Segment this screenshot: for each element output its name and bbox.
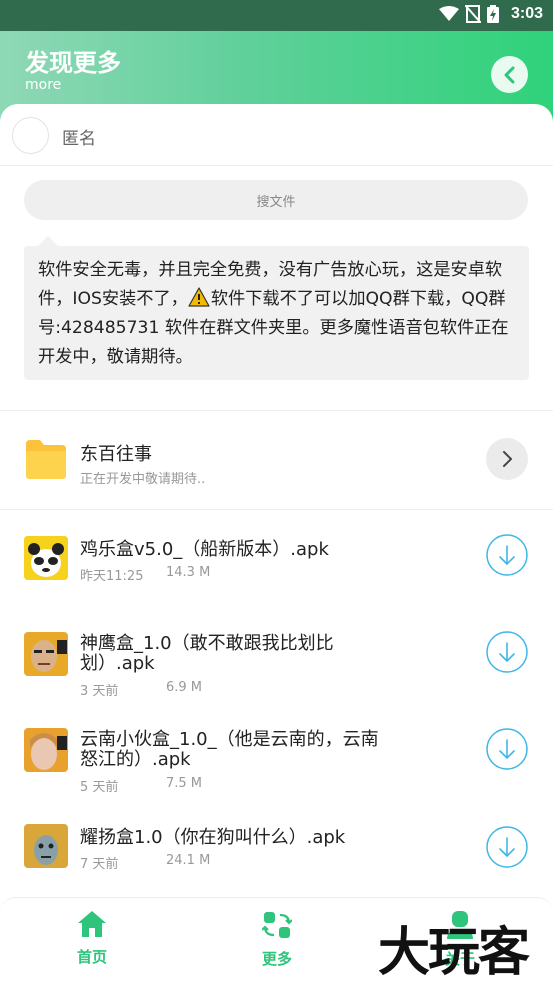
portrait-thumbnail-icon <box>24 728 68 772</box>
file-name: 耀扬盒1.0（你在狗叫什么）.apk <box>80 827 346 848</box>
home-icon <box>78 911 106 937</box>
file-size: 14.3 M <box>166 565 211 580</box>
file-thumbnail <box>24 632 68 676</box>
file-name: 云南小伙盒_1.0_（他是云南的，云南怒江的）.apk <box>80 729 379 770</box>
divider <box>0 410 553 411</box>
avatar[interactable] <box>12 117 49 154</box>
folder-icon <box>26 440 66 479</box>
file-meta: 5 天前 7.5 M <box>80 776 202 795</box>
file-item[interactable]: 耀扬盒1.0（你在狗叫什么）.apk 7 天前 24.1 M <box>0 798 553 894</box>
page-subtitle: more <box>25 77 62 93</box>
file-meta: 昨天11:25 14.3 M <box>80 565 210 584</box>
folder-row[interactable]: 东百往事 正在开发中敬请期待.. <box>0 412 553 510</box>
chevron-right-icon <box>503 451 512 467</box>
wifi-icon <box>438 6 459 21</box>
file-thumbnail <box>24 728 68 772</box>
search-bar[interactable]: 搜文件 <box>24 180 528 220</box>
file-name: 鸡乐盒v5.0_（船新版本）.apk <box>80 539 329 560</box>
tab-home[interactable]: 首页 <box>47 910 137 967</box>
status-time: 3:03 <box>510 5 543 22</box>
download-button[interactable] <box>486 534 528 576</box>
file-time: 7 天前 <box>80 857 119 872</box>
file-thumbnail <box>24 536 68 580</box>
file-name: 神鹰盒_1.0（敢不敢跟我比划比划）.apk <box>80 633 334 674</box>
file-meta: 7 天前 24.1 M <box>80 853 210 872</box>
notice-box: 软件安全无毒，并且完全免费，没有广告放心玩，这是安卓软件，IOS安装不了， 软件下… <box>24 236 529 380</box>
user-row[interactable]: 匿名 <box>0 104 553 166</box>
file-time: 3 天前 <box>80 684 119 699</box>
character-thumbnail-icon <box>24 824 68 868</box>
status-bar: 3:03 <box>0 0 553 31</box>
file-item[interactable]: 云南小伙盒_1.0_（他是云南的，云南怒江的）.apk 5 天前 7.5 M <box>0 702 553 798</box>
download-button[interactable] <box>486 826 528 868</box>
panda-thumbnail-icon <box>24 536 68 580</box>
file-size: 24.1 M <box>166 853 211 868</box>
file-time: 5 天前 <box>80 780 119 795</box>
download-button[interactable] <box>486 728 528 770</box>
no-signal-icon <box>464 5 481 23</box>
search-placeholder: 搜文件 <box>256 194 296 210</box>
file-size: 6.9 M <box>166 680 203 695</box>
status-icons: 3:03 <box>438 5 543 23</box>
battery-charging-icon <box>486 5 499 23</box>
back-button[interactable] <box>491 56 528 93</box>
content-card: 匿名 搜文件 软件安全无毒，并且完全免费，没有广告放心玩，这是安卓软件，IOS安… <box>0 104 553 983</box>
folder-title: 东百往事 <box>80 444 152 465</box>
tab-more-label: 更多 <box>261 950 292 968</box>
swap-icon <box>261 912 293 938</box>
file-meta: 3 天前 6.9 M <box>80 680 202 699</box>
file-size: 7.5 M <box>166 776 203 791</box>
user-name: 匿名 <box>62 129 96 149</box>
download-button[interactable] <box>486 631 528 673</box>
folder-desc: 正在开发中敬请期待.. <box>80 472 206 487</box>
file-thumbnail <box>24 824 68 868</box>
file-item[interactable]: 神鹰盒_1.0（敢不敢跟我比划比划）.apk 3 天前 6.9 M <box>0 606 553 702</box>
open-folder-button[interactable] <box>486 438 528 480</box>
watermark: 大玩客 <box>378 922 530 983</box>
file-item[interactable]: 鸡乐盒v5.0_（船新版本）.apk 昨天11:25 14.3 M <box>0 510 553 606</box>
chevron-left-icon <box>504 66 514 83</box>
file-time: 昨天11:25 <box>80 569 144 584</box>
warning-icon <box>188 287 210 307</box>
tab-more[interactable]: 更多 <box>232 910 322 969</box>
face-thumbnail-icon <box>24 632 68 676</box>
page-title: 发现更多 <box>25 49 121 77</box>
tab-home-label: 首页 <box>76 948 107 966</box>
